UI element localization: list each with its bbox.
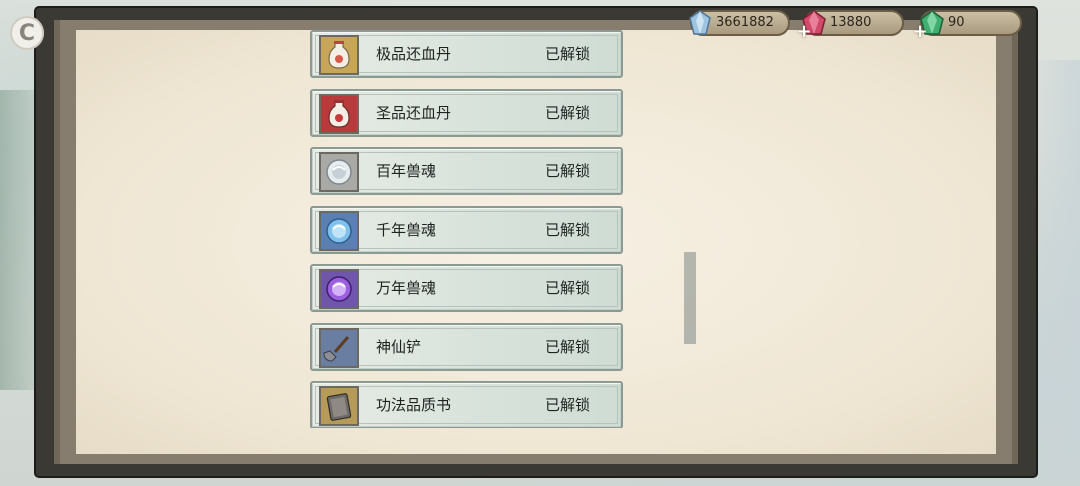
item-icon-frame: [319, 35, 359, 75]
item-name: 神仙铲: [376, 337, 422, 356]
unlock-status: 已解锁: [545, 103, 591, 122]
vase-icon: [328, 41, 350, 69]
add-ruby-icon[interactable]: +: [796, 23, 812, 41]
list-item[interactable]: 神仙铲 已解锁: [310, 322, 623, 371]
unlock-status: 已解锁: [545, 220, 591, 239]
unlock-status: 已解锁: [545, 279, 591, 297]
ruby-value: 13880: [830, 15, 872, 30]
item-icon-frame: [319, 386, 359, 426]
currency-jade[interactable]: + 90: [912, 10, 1022, 41]
vase-icon: [328, 99, 350, 128]
add-jade-icon[interactable]: +: [912, 23, 928, 41]
orb-icon: [326, 217, 352, 244]
crystal-value: 3661882: [716, 15, 774, 30]
item-icon-frame: [319, 327, 359, 368]
currency-crystal[interactable]: 3661882: [689, 10, 790, 36]
item-icon-frame: [319, 93, 359, 134]
back-icon: C: [18, 20, 36, 46]
orb-icon: [326, 276, 352, 302]
item-name: 百年兽魂: [376, 162, 437, 180]
currency-ruby[interactable]: + 13880: [796, 10, 904, 41]
item-name: 圣品还血丹: [376, 103, 452, 122]
unlock-status: 已解锁: [545, 396, 591, 414]
item-name: 功法品质书: [376, 396, 452, 414]
item-icon-frame: [319, 269, 359, 309]
book-icon: [326, 393, 352, 421]
list-item[interactable]: 功法品质书 已解锁: [310, 381, 623, 428]
list-item[interactable]: 圣品还血丹 已解锁: [310, 88, 623, 137]
list-item[interactable]: 万年兽魂 已解锁: [310, 264, 623, 312]
unlock-status: 已解锁: [545, 45, 591, 63]
list-item[interactable]: 百年兽魂 已解锁: [310, 147, 623, 195]
item-unlock-list[interactable]: 极品还血丹 已解锁 圣品还血丹 已解锁 百年兽魂 已解锁 千年兽魂 已解锁 万年…: [310, 30, 625, 428]
list-scrollbar[interactable]: [684, 252, 696, 344]
game-screen: C 3661882 + 13880 + 90 极品还血丹 已解锁 圣品还血丹 已…: [0, 0, 1080, 486]
list-item[interactable]: 千年兽魂 已解锁: [310, 205, 623, 254]
crystal-icon: [689, 10, 711, 35]
shovel-icon: [323, 335, 350, 362]
orb-icon: [326, 159, 352, 185]
item-icon-frame: [319, 152, 359, 192]
back-button[interactable]: C: [10, 16, 44, 50]
unlock-status: 已解锁: [545, 337, 591, 356]
list-item[interactable]: 极品还血丹 已解锁: [310, 30, 623, 78]
item-name: 千年兽魂: [376, 220, 437, 239]
jade-value: 90: [948, 15, 965, 30]
unlock-status: 已解锁: [545, 162, 591, 180]
item-name: 极品还血丹: [376, 45, 452, 63]
item-name: 万年兽魂: [376, 279, 437, 297]
item-icon-frame: [319, 210, 359, 251]
